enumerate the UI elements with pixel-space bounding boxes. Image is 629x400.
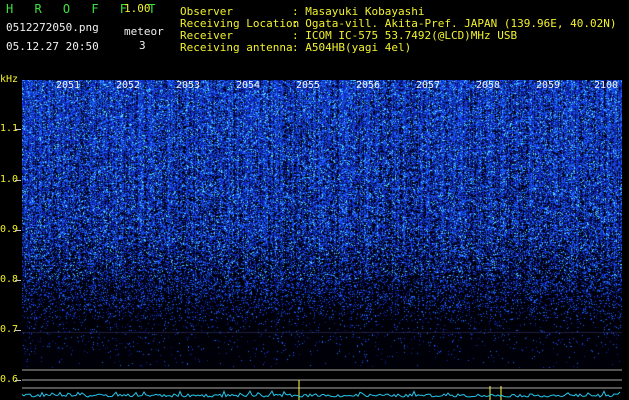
time-label-2052: 2052: [116, 80, 141, 91]
axis-tick: [15, 380, 21, 381]
spectrogram-canvas: [22, 80, 622, 368]
header-panel: H R O F F T 1.00 0512272050.png 05.12.27…: [0, 0, 629, 80]
axis-tick: [15, 180, 21, 181]
time-label-2059: 2059: [536, 80, 561, 91]
axis-tick: [15, 230, 21, 231]
meteor-label: meteor: [124, 25, 164, 38]
frequency-axis: kHz 1.1 1.0 0.9 0.8 0.7 0.6: [0, 72, 22, 400]
axis-unit-label: kHz: [0, 74, 19, 85]
axis-tick: [15, 129, 21, 130]
observation-datetime: 05.12.27 20:50: [6, 40, 99, 53]
time-label-2056: 2056: [356, 80, 381, 91]
signal-level-strip: [22, 369, 622, 400]
time-label-2054: 2054: [236, 80, 261, 91]
antenna-label: Receiving antenna: [180, 41, 293, 54]
axis-tick: [15, 330, 21, 331]
antenna-value: : A504HB(yagi 4el): [292, 41, 412, 54]
time-label-2100: 2100: [594, 80, 619, 91]
app-version: 1.00: [124, 2, 151, 15]
time-label-2057: 2057: [416, 80, 441, 91]
axis-tick: [15, 280, 21, 281]
time-label-2051: 2051: [56, 80, 81, 91]
time-label-2055: 2055: [296, 80, 321, 91]
image-filename: 0512272050.png: [6, 21, 99, 34]
time-label-2053: 2053: [176, 80, 201, 91]
meteor-count: 3: [139, 39, 146, 52]
signal-level-trace: [22, 389, 621, 398]
time-label-2058: 2058: [476, 80, 501, 91]
